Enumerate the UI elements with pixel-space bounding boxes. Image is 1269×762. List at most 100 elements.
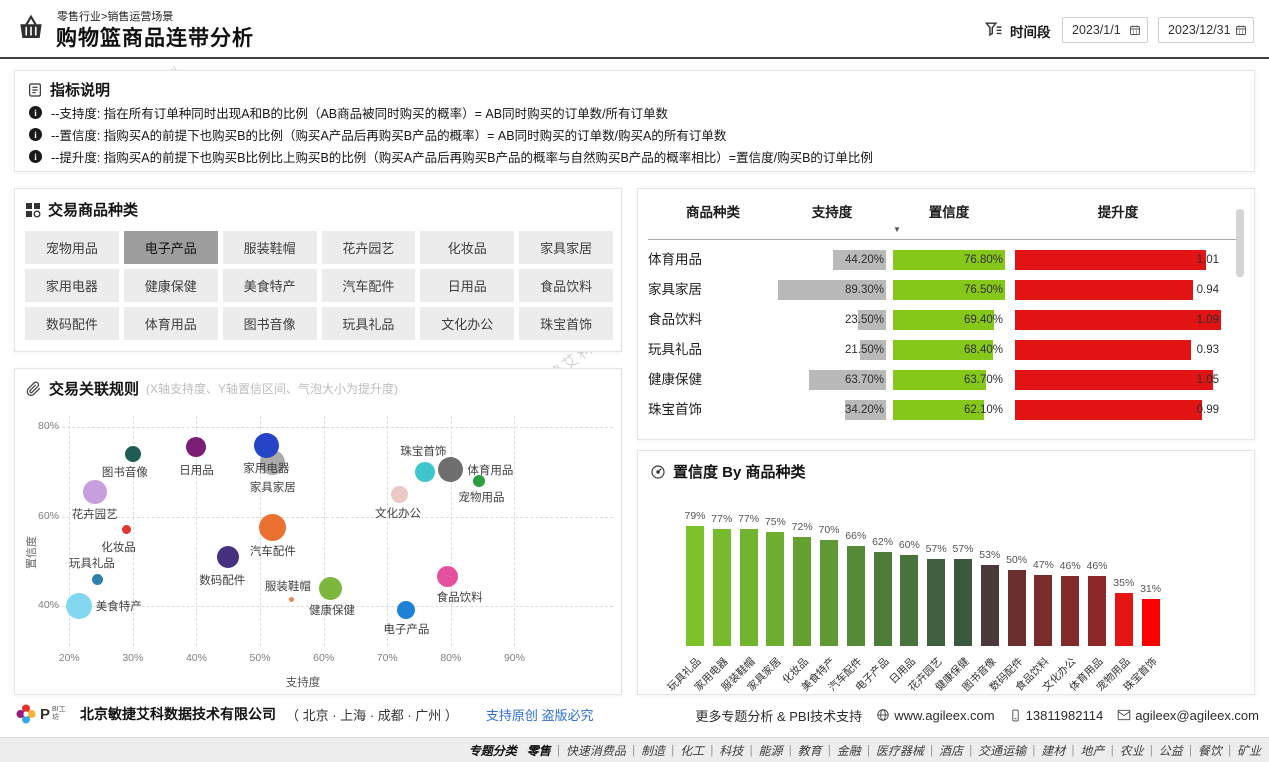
bar-珠宝首饰[interactable] — [1142, 599, 1160, 646]
bubble-point-美食特产[interactable] — [66, 593, 92, 619]
slicer-item-服装鞋帽[interactable]: 服装鞋帽 — [223, 231, 317, 264]
slicer-item-宠物用品[interactable]: 宠物用品 — [25, 231, 119, 264]
bar-美食特产[interactable] — [820, 540, 838, 646]
slicer-item-食品饮料[interactable]: 食品饮料 — [519, 269, 613, 302]
bar-图书音像[interactable] — [981, 565, 999, 646]
table-row-体育用品[interactable]: 体育用品44.20%76.80%1.01 — [638, 245, 1256, 275]
email-link[interactable]: agileex@agileex.com — [1117, 708, 1259, 723]
nav-item-公益[interactable]: 公益 — [1159, 742, 1183, 759]
slicer-item-家具家居[interactable]: 家具家居 — [519, 231, 613, 264]
bubble-point-花卉园艺[interactable] — [83, 480, 107, 504]
column-header-商品种类[interactable]: 商品种类 — [648, 201, 778, 221]
slicer-item-珠宝首饰[interactable]: 珠宝首饰 — [519, 307, 613, 340]
table-row-食品饮料[interactable]: 食品饮料23.50%69.40%1.09 — [638, 305, 1256, 335]
bar-家用电器[interactable] — [713, 529, 731, 646]
bubble-point-汽车配件[interactable] — [259, 514, 286, 541]
calendar-icon[interactable] — [1129, 24, 1141, 36]
nav-item-教育[interactable]: 教育 — [798, 742, 822, 759]
support-cell: 34.20% — [778, 395, 886, 425]
bar-电子产品[interactable] — [874, 552, 892, 646]
bubble-point-化妆品[interactable] — [122, 525, 131, 534]
calendar-icon[interactable] — [1235, 24, 1247, 36]
slicer-item-美食特产[interactable]: 美食特产 — [223, 269, 317, 302]
column-header-支持度[interactable]: 支持度 — [778, 201, 886, 221]
anti-piracy-link[interactable]: 支持原创 盗版必究 — [486, 705, 594, 724]
slicer-item-花卉园艺[interactable]: 花卉园艺 — [322, 231, 416, 264]
bar-玩具礼品[interactable] — [686, 526, 704, 646]
table-row-家具家居[interactable]: 家具家居89.30%76.50%0.94 — [638, 275, 1256, 305]
bar-汽车配件[interactable] — [847, 546, 865, 646]
bar-健康保健[interactable] — [954, 559, 972, 646]
bubble-point-玩具礼品[interactable] — [92, 574, 103, 585]
bubble-point-图书音像[interactable] — [125, 446, 141, 462]
sort-descending-icon[interactable]: ▼ — [893, 225, 901, 234]
slicer-item-数码配件[interactable]: 数码配件 — [25, 307, 119, 340]
bar-体育用品[interactable] — [1088, 576, 1106, 646]
nav-item-餐饮[interactable]: 餐饮 — [1198, 742, 1222, 759]
nav-item-化工[interactable]: 化工 — [680, 742, 704, 759]
table-row-健康保健[interactable]: 健康保健63.70%63.70%1.05 — [638, 365, 1256, 395]
table-row-珠宝首饰[interactable]: 珠宝首饰34.20%62.10%0.99 — [638, 395, 1256, 425]
bar-服装鞋帽[interactable] — [740, 529, 758, 646]
lift-bar — [1015, 340, 1191, 360]
bar-日用品[interactable] — [900, 555, 918, 646]
nav-item-医疗器械[interactable]: 医疗器械 — [876, 742, 924, 759]
bubble-point-数码配件[interactable] — [217, 546, 239, 568]
bar-宠物用品[interactable] — [1115, 593, 1133, 646]
nav-item-金融[interactable]: 金融 — [837, 742, 861, 759]
logo-sub: BI工坊 — [52, 706, 70, 722]
phone-number[interactable]: 13811982114 — [1009, 708, 1104, 723]
bar-家具家居[interactable] — [766, 532, 784, 646]
date-end-input[interactable]: 2023/12/31 — [1158, 17, 1254, 43]
bubble-point-服装鞋帽[interactable] — [289, 597, 294, 602]
table-scrollbar[interactable] — [1236, 209, 1244, 277]
bar-化妆品[interactable] — [793, 537, 811, 646]
nav-item-地产[interactable]: 地产 — [1080, 742, 1104, 759]
slicer-item-汽车配件[interactable]: 汽车配件 — [322, 269, 416, 302]
bubble-point-食品饮料[interactable] — [437, 566, 458, 587]
slicer-item-体育用品[interactable]: 体育用品 — [124, 307, 218, 340]
slicer-item-日用品[interactable]: 日用品 — [420, 269, 514, 302]
bubble-point-文化办公[interactable] — [391, 486, 408, 503]
nav-item-矿业[interactable]: 矿业 — [1237, 742, 1261, 759]
slicer-item-化妆品[interactable]: 化妆品 — [420, 231, 514, 264]
bubble-point-宠物用品[interactable] — [473, 475, 485, 487]
bar-食品饮料[interactable] — [1034, 575, 1052, 646]
nav-item-制造[interactable]: 制造 — [641, 742, 665, 759]
bar-文化办公[interactable] — [1061, 576, 1079, 646]
column-header-置信度[interactable]: 置信度 — [893, 201, 1005, 221]
bubble-point-健康保健[interactable] — [319, 577, 342, 600]
document-icon — [27, 82, 43, 98]
bubble-point-体育用品[interactable] — [438, 457, 463, 482]
column-header-提升度[interactable]: 提升度 — [1015, 201, 1221, 221]
bubble-label: 花卉园艺 — [72, 506, 118, 522]
slicer-item-健康保健[interactable]: 健康保健 — [124, 269, 218, 302]
slicer-item-玩具礼品[interactable]: 玩具礼品 — [322, 307, 416, 340]
nav-item-能源[interactable]: 能源 — [758, 742, 782, 759]
confidence-cell: 68.40% — [893, 335, 1005, 365]
slicer-item-图书音像[interactable]: 图书音像 — [223, 307, 317, 340]
bubble-point-家用电器[interactable] — [254, 433, 279, 458]
lift-bar — [1015, 400, 1202, 420]
bar-花卉园艺[interactable] — [927, 559, 945, 646]
y-tick-label: 60% — [33, 510, 59, 522]
x-tick-label: 20% — [47, 652, 91, 664]
nav-item-农业[interactable]: 农业 — [1120, 742, 1144, 759]
bubble-point-电子产品[interactable] — [397, 601, 415, 619]
nav-item-快速消费品[interactable]: 快速消费品 — [566, 742, 626, 759]
slicer-item-文化办公[interactable]: 文化办公 — [420, 307, 514, 340]
nav-item-建材[interactable]: 建材 — [1041, 742, 1065, 759]
bubble-point-珠宝首饰[interactable] — [415, 462, 435, 482]
bubble-point-日用品[interactable] — [186, 437, 206, 457]
table-row-玩具礼品[interactable]: 玩具礼品21.50%68.40%0.93 — [638, 335, 1256, 365]
slicer-item-家用电器[interactable]: 家用电器 — [25, 269, 119, 302]
nav-item-交通运输[interactable]: 交通运输 — [978, 742, 1026, 759]
date-start-input[interactable]: 2023/1/1 — [1062, 17, 1148, 43]
website-link[interactable]: www.agileex.com — [876, 708, 994, 723]
bar-数码配件[interactable] — [1008, 570, 1026, 646]
nav-item-科技[interactable]: 科技 — [719, 742, 743, 759]
bubble-label: 健康保健 — [309, 602, 355, 618]
nav-item-零售[interactable]: 零售 — [527, 742, 551, 759]
nav-item-酒店[interactable]: 酒店 — [939, 742, 963, 759]
slicer-item-电子产品[interactable]: 电子产品 — [124, 231, 218, 264]
